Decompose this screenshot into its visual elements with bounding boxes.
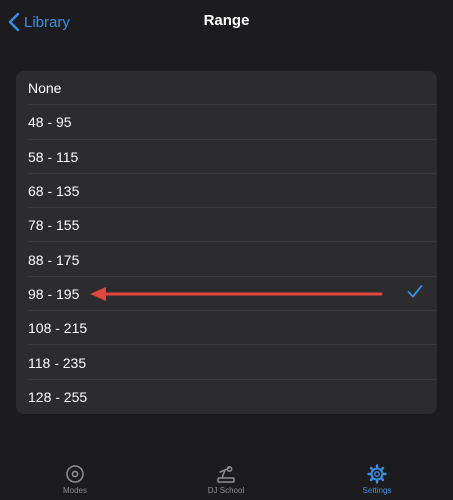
range-option-none[interactable]: None [16, 71, 437, 106]
range-option-58-115[interactable]: 58 - 115 [16, 140, 437, 175]
range-option-108-215[interactable]: 108 - 215 [16, 311, 437, 346]
tab-modes-label: Modes [62, 486, 87, 495]
range-option-128-255[interactable]: 128 - 255 [16, 380, 437, 414]
range-list: None 48 - 95 58 - 115 68 - 135 78 - 155 … [16, 71, 437, 414]
tab-dj-school[interactable]: DJ School [181, 464, 271, 495]
tab-settings[interactable]: Settings [332, 464, 422, 495]
range-option-label: 98 - 195 [28, 285, 80, 302]
range-option-label: 58 - 115 [28, 148, 79, 165]
range-option-88-175[interactable]: 88 - 175 [16, 242, 437, 278]
range-option-label: 128 - 255 [28, 388, 88, 405]
range-option-label: 78 - 155 [28, 217, 80, 234]
navigation-bar: Library Range [0, 0, 453, 44]
tab-bar: Modes DJ School Settings [0, 460, 453, 500]
range-option-label: 108 - 215 [28, 320, 88, 337]
dj-school-icon [216, 464, 236, 484]
range-option-label: 68 - 135 [28, 183, 80, 200]
range-option-label: 48 - 95 [28, 114, 72, 131]
range-option-label: 118 - 235 [28, 354, 87, 371]
range-option-68-135[interactable]: 68 - 135 [16, 174, 437, 209]
range-option-label: None [28, 80, 62, 97]
range-option-118-235[interactable]: 118 - 235 [16, 345, 437, 380]
range-option-label: 88 - 175 [28, 251, 80, 268]
range-option-78-155[interactable]: 78 - 155 [16, 208, 437, 243]
tab-modes[interactable]: Modes [30, 464, 120, 495]
tab-settings-label: Settings [362, 486, 392, 495]
range-option-48-95[interactable]: 48 - 95 [16, 105, 437, 140]
range-option-98-195[interactable]: 98 - 195 [16, 277, 437, 312]
checkmark-icon [407, 284, 423, 303]
gear-icon [367, 464, 387, 484]
tab-dj-school-label: DJ School [207, 486, 245, 495]
disc-icon [65, 464, 85, 484]
page-title: Range [203, 12, 250, 29]
